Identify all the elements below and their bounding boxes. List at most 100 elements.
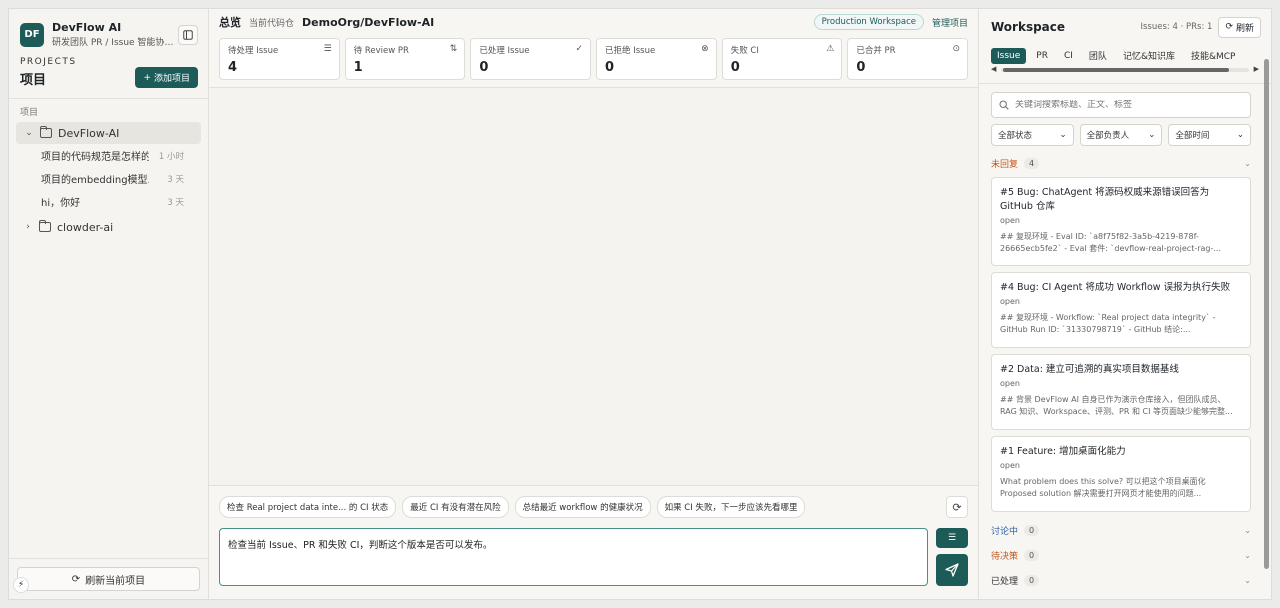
session-item[interactable]: 项目的代码规范是怎样的 1 小时 [9,144,208,167]
add-project-button[interactable]: + 添加项目 [135,67,198,88]
workspace-refresh-label: 刷新 [1235,23,1254,34]
sidebar: DF DevFlow AI 研发团队 PR / Issue 智能协作 ... P… [9,9,209,599]
tab-pr[interactable]: PR [1030,48,1054,64]
group-name: 待决策 [991,551,1019,562]
stat-value: 0 [856,60,866,75]
collapse-sidebar-button[interactable] [178,24,198,45]
issue-state: open [1000,216,1020,225]
issue-card[interactable]: #4 Bug: CI Agent 将成功 Workflow 误报为执行失败 op… [991,272,1251,348]
tab-ci[interactable]: CI [1058,48,1079,64]
suggestion-chips: 检查 Real project data inte... 的 CI 状态 最近 … [219,496,968,518]
group-count: 0 [1024,549,1040,561]
issue-search[interactable] [991,92,1251,118]
workspace-header: Workspace Issues: 4 · PRs: 1 ⟳ 刷新 [979,9,1271,45]
stat-label: 已处理 Issue [479,46,530,56]
workspace-scrollbar[interactable] [1263,45,1269,585]
top-bar: 总览 当前代码仓 DemoOrg/DevFlow-AI Production W… [209,9,978,35]
session-title: 项目的代码规范是怎样的 [41,152,149,163]
session-item[interactable]: hi，你好 3 天 [9,190,208,213]
projects-eyebrow: PROJECTS [20,57,77,67]
stat-card[interactable]: 失败 CI 0 ⚠ [721,38,843,80]
issue-state: open [1000,461,1020,470]
workspace-refresh-button[interactable]: ⟳ 刷新 [1218,16,1261,38]
scroll-thumb[interactable] [1264,59,1269,569]
issue-card[interactable]: #2 Data: 建立可追溯的真实项目数据基线 open ## 背景 DevFl… [991,354,1251,430]
search-input[interactable] [1015,100,1243,110]
tools-button[interactable]: ☰ [936,528,968,548]
tab-memory-knowledge[interactable]: 记忆&知识库 [1117,46,1181,65]
suggestion-chip[interactable]: 如果 CI 失败，下一步应该先看哪里 [656,496,806,518]
scroll-right-icon[interactable]: ▶ [1254,65,1259,73]
issue-card[interactable]: #1 Feature: 增加桌面化能力 open What problem do… [991,436,1251,512]
tabs-scroll-thumb[interactable] [1003,68,1229,72]
add-project-label: 添加项目 [153,74,190,84]
workspace-tabs: Issue PR CI 团队 记忆&知识库 技能&MCP [979,45,1271,65]
stat-card[interactable]: 待 Review PR 1 ⇅ [344,38,466,80]
time-filter[interactable]: 全部时间 ⌄ [1168,124,1252,146]
warning-icon: ⚠ [826,44,835,54]
filters: 全部状态 ⌄ 全部负责人 ⌄ 全部时间 ⌄ [991,124,1252,146]
search-icon [999,100,1009,110]
plus-icon: + [143,72,151,83]
pull-request-icon: ⇅ [449,44,458,54]
send-button[interactable] [936,554,968,586]
list-check-icon: ☰ [323,44,332,54]
folder-icon [39,126,52,138]
stat-card[interactable]: 已处理 Issue 0 ✓ [470,38,592,80]
stat-label: 失败 CI [730,46,759,56]
chat-input[interactable]: 检查当前 Issue、PR 和失败 CI，判断这个版本是否可以发布。 [219,528,928,586]
brand: DF DevFlow AI 研发团队 PR / Issue 智能协作 ... [9,9,208,49]
group-header-pending-decision[interactable]: 待决策 0 ⌄ [991,548,1251,562]
projects-title: 项目 [20,73,47,88]
issue-card[interactable]: #5 Bug: ChatAgent 将源码权威来源错误回答为 GitHub 仓库… [991,177,1251,266]
scroll-left-icon[interactable]: ◀ [991,65,996,73]
refresh-icon: ⟳ [71,573,81,585]
tab-issue[interactable]: Issue [991,47,1027,64]
project-item-devflow-ai[interactable]: ⌄ DevFlow-AI [16,122,201,144]
filter-label: 全部时间 [1175,131,1210,141]
tabs-scrollbar[interactable]: ◀ ▶ [991,65,1259,75]
session-item[interactable]: 项目的embedding模型... 3 天 [9,167,208,190]
group-header-handled[interactable]: 已处理 0 ⌄ [991,573,1251,587]
stat-card[interactable]: 已合并 PR 0 ⊙ [847,38,969,80]
manage-projects-link[interactable]: 管理项目 [932,16,968,29]
status-filter[interactable]: 全部状态 ⌄ [991,124,1074,146]
issue-title: #5 Bug: ChatAgent 将源码权威来源错误回答为 GitHub 仓库 [1000,187,1210,212]
stat-label: 待处理 Issue [228,46,279,56]
stat-value: 0 [479,60,489,75]
main-panel: 总览 当前代码仓 DemoOrg/DevFlow-AI Production W… [209,9,979,599]
assignee-filter[interactable]: 全部负责人 ⌄ [1079,124,1163,146]
workspace-counts: Issues: 4 · PRs: 1 [1140,22,1213,32]
tab-team[interactable]: 团队 [1083,46,1113,65]
group-header-unreplied[interactable]: 未回复 4 ⌄ [991,156,1251,170]
stat-value: 4 [228,60,238,75]
refresh-suggestions-button[interactable]: ⟳ [946,496,968,518]
issue-state: open [1000,379,1020,388]
issue-title: #1 Feature: 增加桌面化能力 [1000,446,1126,457]
suggestion-chip[interactable]: 检查 Real project data inte... 的 CI 状态 [219,496,397,518]
chevron-down-icon: ⌄ [1244,575,1251,585]
group-name: 已处理 [991,576,1019,587]
suggestion-chip[interactable]: 总结最近 workflow 的健康状况 [514,496,651,518]
chevron-down-icon: ⌄ [25,128,33,138]
chevron-right-icon: › [26,222,30,232]
chevron-down-icon: ⌄ [1236,130,1245,140]
workspace-badge[interactable]: Production Workspace [813,14,924,30]
group-name: 未回复 [991,159,1019,170]
send-icon [945,563,959,577]
stat-card[interactable]: 已拒绝 Issue 0 ⊗ [596,38,717,80]
refresh-project-button[interactable]: ⟳ 刷新当前项目 [17,567,200,591]
workspace-panel: Workspace Issues: 4 · PRs: 1 ⟳ 刷新 Issue … [979,9,1271,599]
stat-card[interactable]: 待处理 Issue 4 ☰ [219,38,340,80]
stats-row: 待处理 Issue 4 ☰ 待 Review PR 1 ⇅ 已处理 Issue … [209,35,978,88]
suggestion-chip[interactable]: 最近 CI 有没有潜在风险 [402,496,509,518]
group-header-discussing[interactable]: 讨论中 0 ⌄ [991,523,1251,537]
app-window: DF DevFlow AI 研发团队 PR / Issue 智能协作 ... P… [8,8,1272,600]
stat-value: 1 [353,60,363,75]
bolt-icon[interactable]: ⚡ [13,577,29,593]
tab-skills-mcp[interactable]: 技能&MCP [1185,46,1242,65]
group-name: 讨论中 [991,526,1019,537]
chevron-down-icon: ⌄ [1244,158,1251,168]
stat-label: 已合并 PR [856,46,896,56]
project-item-clowder-ai[interactable]: › clowder-ai [9,216,208,238]
